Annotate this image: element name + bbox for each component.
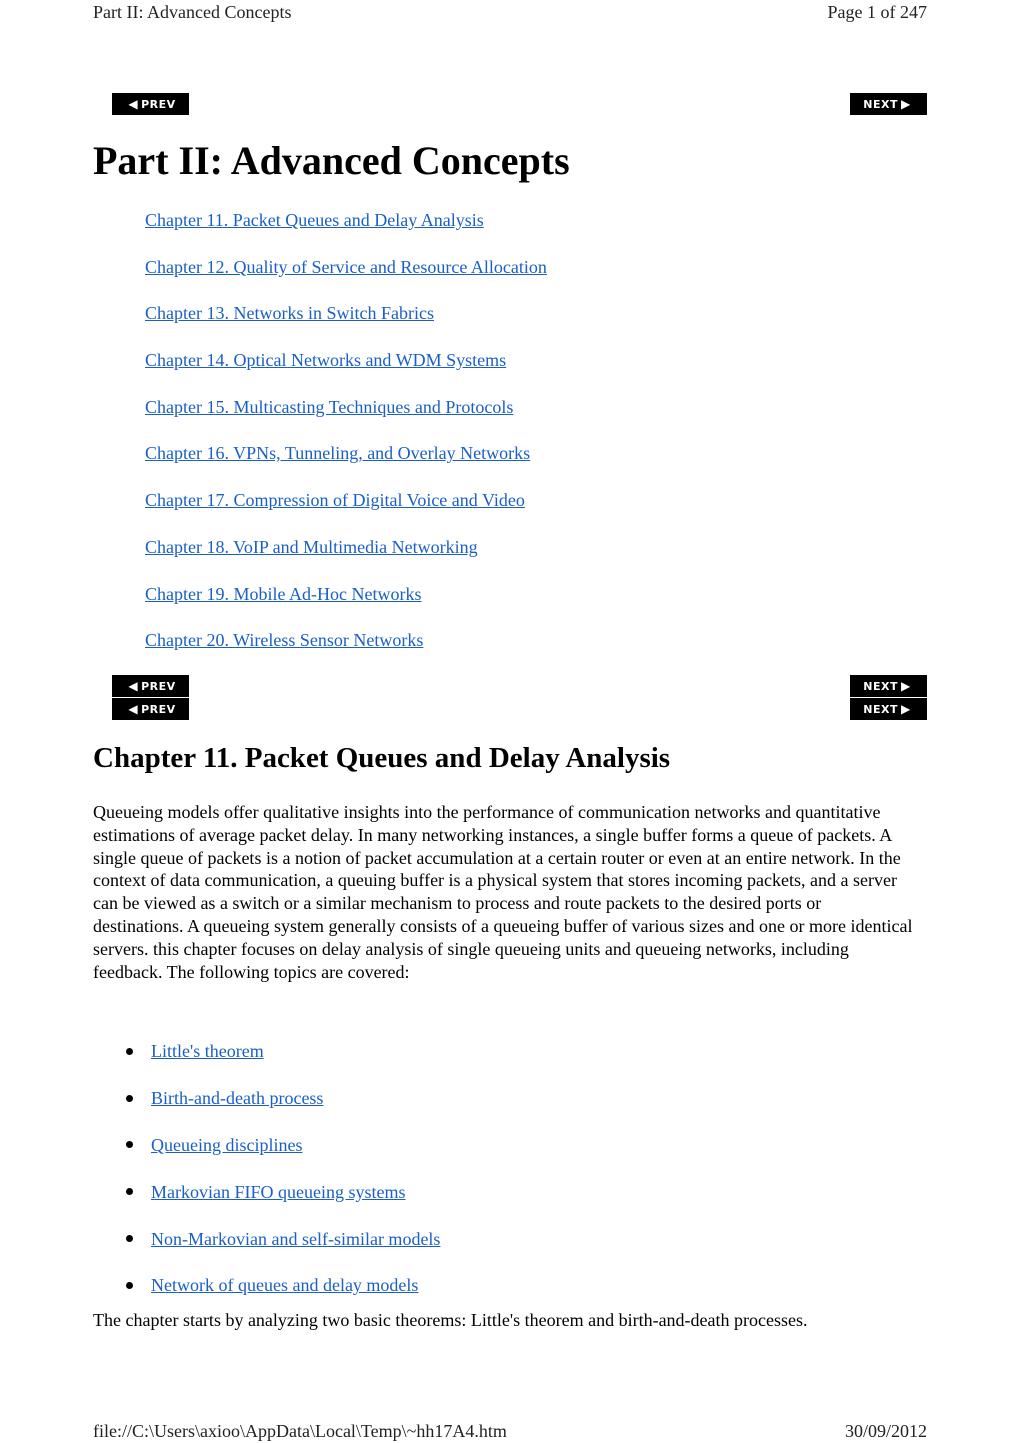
closing-paragraph: The chapter starts by analyzing two basi…	[93, 1310, 808, 1330]
bullet-icon	[126, 1047, 133, 1055]
prev-button-label: PREV	[141, 97, 176, 111]
next-button-label: NEXT	[863, 679, 898, 693]
chapter-list-item: Chapter 11. Packet Queues and Delay Anal…	[145, 207, 547, 254]
chapter-list-item: Chapter 14. Optical Networks and WDM Sys…	[145, 347, 547, 394]
bullet-icon	[126, 1094, 133, 1102]
topic-list-item: Little's theorem	[120, 1028, 440, 1075]
bullet-icon	[126, 1281, 133, 1289]
chapter-list-item: Chapter 15. Multicasting Techniques and …	[145, 394, 547, 441]
topic-link-birth-death[interactable]: Birth-and-death process	[151, 1085, 323, 1111]
topic-link-markovian-fifo[interactable]: Markovian FIFO queueing systems	[151, 1179, 405, 1205]
next-button-label: NEXT	[863, 97, 898, 111]
arrow-right-icon: ▶	[900, 702, 911, 716]
chapter-list: Chapter 11. Packet Queues and Delay Anal…	[145, 207, 547, 674]
chapter-link-13[interactable]: Chapter 13. Networks in Switch Fabrics	[145, 303, 434, 323]
topic-link-littles-theorem[interactable]: Little's theorem	[151, 1038, 264, 1064]
chapter-link-20[interactable]: Chapter 20. Wireless Sensor Networks	[145, 630, 423, 650]
arrow-right-icon: ▶	[900, 679, 911, 693]
bullet-icon	[126, 1235, 133, 1243]
topic-list-item: Network of queues and delay models	[120, 1262, 440, 1309]
topic-link-network-of-queues[interactable]: Network of queues and delay models	[151, 1272, 418, 1298]
chapter-link-15[interactable]: Chapter 15. Multicasting Techniques and …	[145, 397, 513, 417]
arrow-left-icon: ◀	[128, 97, 139, 111]
chapter-list-item: Chapter 12. Quality of Service and Resou…	[145, 254, 547, 301]
arrow-left-icon: ◀	[128, 679, 139, 693]
chapter-list-item: Chapter 19. Mobile Ad-Hoc Networks	[145, 581, 547, 628]
chapter-link-11[interactable]: Chapter 11. Packet Queues and Delay Anal…	[145, 210, 484, 230]
print-header-page-indicator: Page 1 of 247	[827, 2, 927, 22]
chapter-list-item: Chapter 16. VPNs, Tunneling, and Overlay…	[145, 440, 547, 487]
bullet-icon	[126, 1188, 133, 1196]
chapter-list-item: Chapter 18. VoIP and Multimedia Networki…	[145, 534, 547, 581]
part-title: Part II: Advanced Concepts	[93, 138, 570, 183]
chapter-list-item: Chapter 13. Networks in Switch Fabrics	[145, 300, 547, 347]
chapter-link-17[interactable]: Chapter 17. Compression of Digital Voice…	[145, 490, 525, 510]
next-button-bottom[interactable]: NEXT ▶	[850, 675, 927, 697]
arrow-left-icon: ◀	[128, 702, 139, 716]
bullet-icon	[126, 1141, 133, 1149]
print-footer-date: 30/09/2012	[844, 1421, 927, 1441]
prev-button[interactable]: ◀ PREV	[112, 93, 189, 115]
chapter-title: Chapter 11. Packet Queues and Delay Anal…	[93, 742, 671, 774]
chapter-link-18[interactable]: Chapter 18. VoIP and Multimedia Networki…	[145, 537, 478, 557]
chapter-link-12[interactable]: Chapter 12. Quality of Service and Resou…	[145, 257, 547, 277]
topic-list-item: Queueing disciplines	[120, 1122, 440, 1169]
print-footer-path: file://C:\Users\axioo\AppData\Local\Temp…	[93, 1421, 507, 1441]
topic-list-item: Non-Markovian and self-similar models	[120, 1215, 440, 1262]
chapter-link-16[interactable]: Chapter 16. VPNs, Tunneling, and Overlay…	[145, 443, 530, 463]
arrow-right-icon: ▶	[900, 97, 911, 111]
prev-button-chapter[interactable]: ◀ PREV	[112, 698, 189, 720]
prev-button-bottom[interactable]: ◀ PREV	[112, 675, 189, 697]
next-button-chapter[interactable]: NEXT ▶	[850, 698, 927, 720]
next-button-label: NEXT	[863, 702, 898, 716]
chapter-link-14[interactable]: Chapter 14. Optical Networks and WDM Sys…	[145, 350, 506, 370]
prev-button-label: PREV	[141, 702, 176, 716]
topic-list-item: Markovian FIFO queueing systems	[120, 1168, 440, 1215]
topic-link-queueing-disciplines[interactable]: Queueing disciplines	[151, 1132, 302, 1158]
topic-list-item: Birth-and-death process	[120, 1075, 440, 1122]
chapter-intro-paragraph: Queueing models offer qualitative insigh…	[93, 802, 913, 982]
topic-list: Little's theorem Birth-and-death process…	[120, 1028, 440, 1309]
prev-button-label: PREV	[141, 679, 176, 693]
chapter-list-item: Chapter 17. Compression of Digital Voice…	[145, 487, 547, 534]
chapter-link-19[interactable]: Chapter 19. Mobile Ad-Hoc Networks	[145, 584, 421, 604]
next-button[interactable]: NEXT ▶	[850, 93, 927, 115]
print-header-title: Part II: Advanced Concepts	[93, 2, 292, 22]
chapter-list-item: Chapter 20. Wireless Sensor Networks	[145, 627, 547, 674]
topic-link-non-markovian[interactable]: Non-Markovian and self-similar models	[151, 1226, 440, 1252]
